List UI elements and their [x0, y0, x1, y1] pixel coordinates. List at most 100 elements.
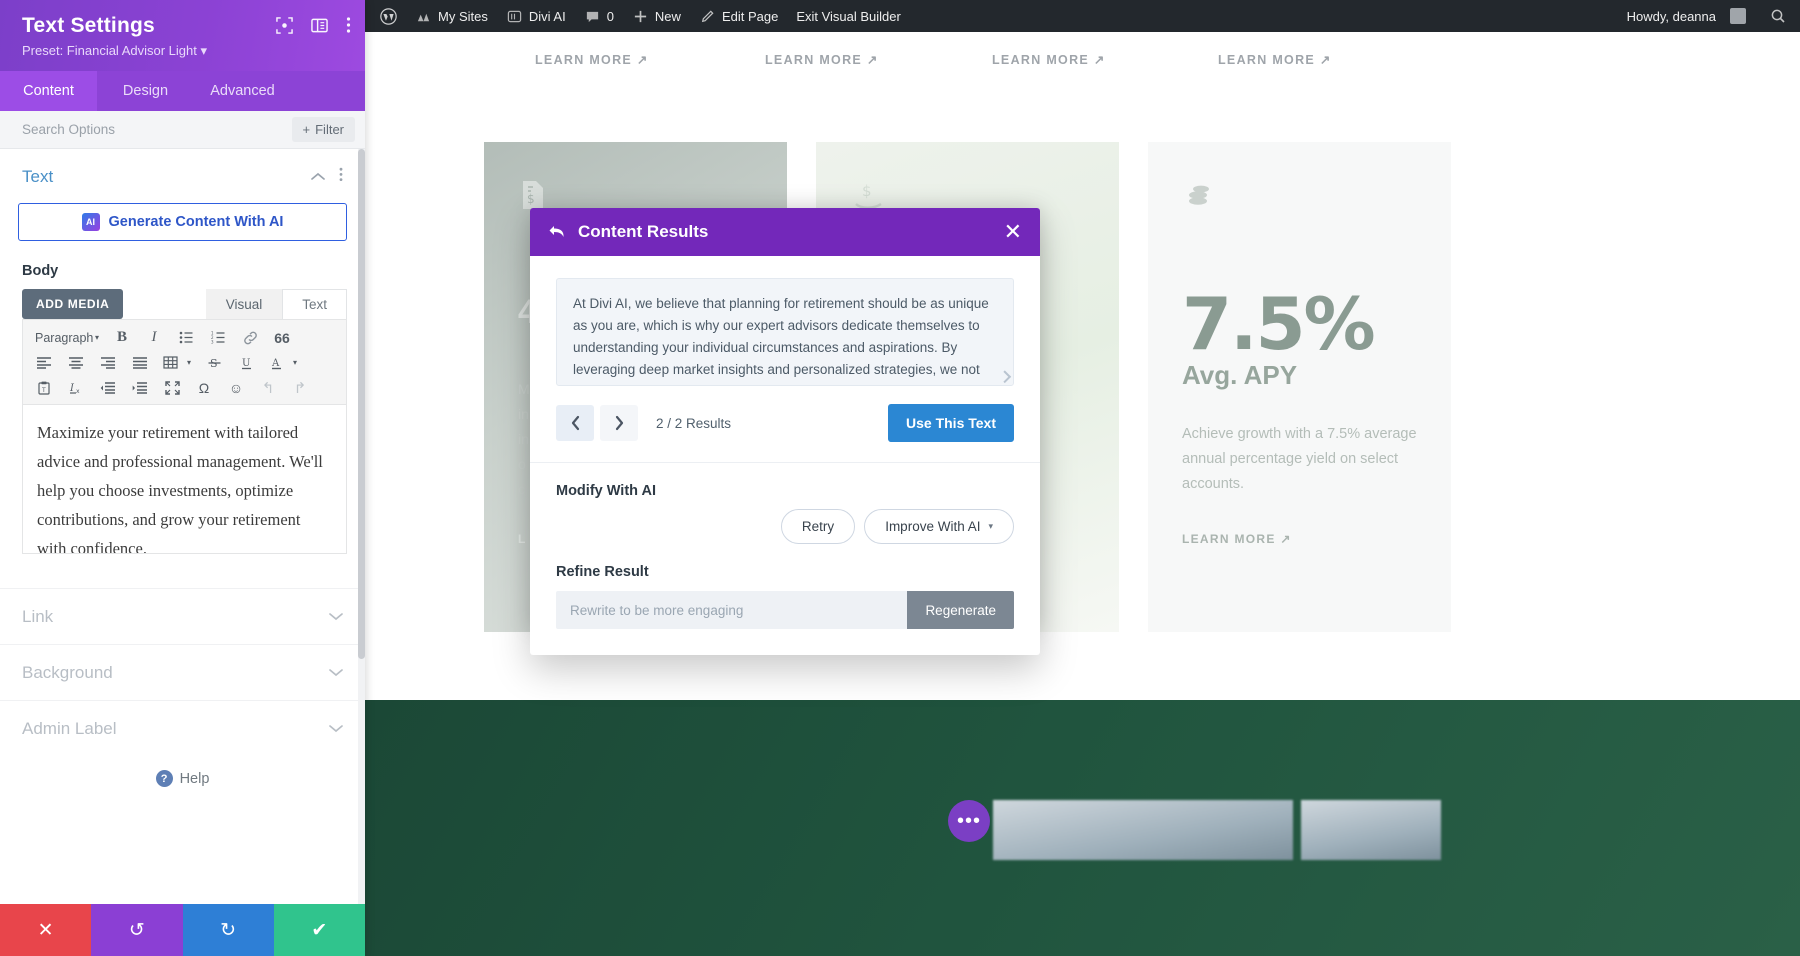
paragraph-format-select[interactable]: Paragraph ▾ [29, 326, 105, 350]
retry-button[interactable]: Retry [780, 509, 856, 544]
panel-scrollbar-thumb[interactable] [358, 149, 365, 659]
indent-icon[interactable] [125, 376, 155, 400]
divider [530, 462, 1040, 463]
fullscreen-icon[interactable] [157, 376, 187, 400]
tab-visual[interactable]: Visual [205, 289, 283, 319]
regenerate-button[interactable]: Regenerate [907, 591, 1014, 629]
avatar [1730, 8, 1746, 24]
outdent-icon[interactable] [93, 376, 123, 400]
bold-icon[interactable]: B [107, 326, 137, 350]
undo-button[interactable]: ↺ [91, 904, 183, 956]
tab-advanced[interactable]: Advanced [194, 71, 291, 111]
table-icon[interactable]: ▾ [157, 351, 197, 375]
prev-result-button[interactable] [556, 405, 594, 441]
learn-more-link-2[interactable]: LEARN MORE ↗ [992, 52, 1106, 67]
tab-design[interactable]: Design [97, 71, 194, 111]
save-button[interactable]: ✔ [273, 904, 365, 956]
help-button[interactable]: ? Help [0, 756, 365, 787]
redo-button[interactable]: ↻ [182, 904, 274, 956]
adminbar-wp-logo[interactable] [371, 0, 406, 32]
close-icon[interactable]: ✕ [1004, 221, 1022, 243]
link-icon[interactable] [235, 326, 265, 350]
back-arrow-icon[interactable] [548, 224, 570, 240]
layout-icon[interactable] [311, 17, 328, 34]
clear-formatting-icon[interactable]: Ix [61, 376, 91, 400]
body-text-content: Maximize your retirement with tailored a… [37, 423, 323, 554]
generate-content-with-ai-button[interactable]: AI Generate Content With AI [18, 203, 347, 241]
improve-with-ai-button[interactable]: Improve With AI ▾ [864, 509, 1014, 544]
coins-icon [1184, 180, 1218, 219]
paste-as-text-icon[interactable]: T [29, 376, 59, 400]
strikethrough-icon[interactable]: S [199, 351, 229, 375]
tab-text[interactable]: Text [282, 289, 347, 319]
align-left-icon[interactable] [29, 351, 59, 375]
align-justify-icon[interactable] [125, 351, 155, 375]
special-character-icon[interactable]: Ω [189, 376, 219, 400]
align-center-icon[interactable] [61, 351, 91, 375]
bullet-list-icon[interactable] [171, 326, 201, 350]
underline-icon[interactable]: U [231, 351, 261, 375]
text-color-icon[interactable]: A ▾ [263, 351, 303, 375]
panel-header: Text Settings Preset: Financial Advisor … [0, 0, 365, 71]
photo-thumbnail [993, 800, 1293, 860]
blockquote-icon[interactable]: 66 [267, 326, 297, 350]
visual-builder-canvas: My Sites Divi AI 0 New Edit Page Exit Vi… [365, 0, 1800, 956]
italic-icon[interactable]: I [139, 326, 169, 350]
adminbar-edit-page[interactable]: Edit Page [690, 0, 787, 32]
discard-button[interactable]: ✕ [0, 904, 92, 956]
filter-button[interactable]: + Filter [291, 117, 355, 142]
adminbar-search[interactable] [1755, 0, 1800, 32]
preset-label: Preset: Financial Advisor Light [22, 43, 197, 58]
adminbar-howdy-label: Howdy, deanna [1626, 8, 1716, 24]
numbered-list-icon[interactable]: 123 [203, 326, 233, 350]
toolbar-row-3: T Ix Ω ☺ ↰ ↱ [29, 375, 340, 400]
align-right-icon[interactable] [93, 351, 123, 375]
redo-icon[interactable]: ↱ [285, 376, 315, 400]
learn-more-link-1[interactable]: LEARN MORE ↗ [765, 52, 879, 67]
add-media-button[interactable]: ADD MEDIA [22, 289, 124, 319]
resize-handle-icon[interactable] [998, 370, 1012, 384]
result-text-box[interactable]: At Divi AI, we believe that planning for… [556, 278, 1014, 386]
undo-icon[interactable]: ↰ [253, 376, 283, 400]
focus-icon[interactable] [276, 16, 293, 34]
body-text-area[interactable]: Maximize your retirement with tailored a… [22, 404, 347, 554]
search-bar: Search Options + Filter [0, 111, 365, 149]
refine-row: Regenerate [556, 591, 1014, 629]
wordpress-icon [380, 7, 397, 25]
refine-input[interactable] [556, 591, 908, 629]
adminbar-new[interactable]: New [623, 0, 690, 32]
learn-more-link-0[interactable]: LEARN MORE ↗ [535, 52, 649, 67]
adminbar-comments-count: 0 [606, 8, 614, 24]
close-icon: ✕ [37, 919, 54, 941]
adminbar-divi-ai[interactable]: Divi AI [497, 0, 575, 32]
adminbar-edit-page-label: Edit Page [721, 8, 779, 24]
preset-selector[interactable]: Preset: Financial Advisor Light ▾ [22, 43, 347, 59]
adminbar-my-sites[interactable]: My Sites [406, 0, 497, 32]
emoji-icon[interactable]: ☺ [221, 376, 251, 400]
card-1-learn-more[interactable]: L [518, 532, 527, 546]
use-this-text-button[interactable]: Use This Text [888, 404, 1014, 442]
svg-text:$: $ [527, 192, 535, 206]
card-3-learn-more[interactable]: LEARN MORE ↗ [1182, 532, 1292, 546]
card-apy[interactable]: 7.5% Avg. APY Achieve growth with a 7.5%… [1148, 142, 1451, 632]
more-options-button[interactable]: ••• [948, 800, 990, 842]
learn-more-link-3[interactable]: LEARN MORE ↗ [1218, 52, 1332, 67]
divi-icon [506, 8, 523, 25]
chevron-up-icon[interactable] [311, 168, 325, 186]
check-icon: ✔ [311, 919, 328, 941]
panel-scrollbar-track[interactable] [358, 149, 365, 904]
kebab-menu-icon[interactable] [339, 167, 343, 187]
result-navigation: 2 / 2 Results Use This Text [556, 404, 1014, 442]
adminbar-exit-visual-builder[interactable]: Exit Visual Builder [787, 0, 910, 32]
adminbar-comments[interactable]: 0 [575, 0, 623, 32]
tab-content[interactable]: Content [0, 71, 97, 111]
sidebar-item-link[interactable]: Link [0, 588, 365, 644]
text-settings-panel: Text Settings Preset: Financial Advisor … [0, 0, 365, 956]
next-result-button[interactable] [600, 405, 638, 441]
sidebar-item-background[interactable]: Background [0, 644, 365, 700]
kebab-menu-icon[interactable] [346, 16, 351, 34]
sidebar-item-admin-label[interactable]: Admin Label [0, 700, 365, 756]
adminbar-howdy[interactable]: Howdy, deanna [1618, 0, 1755, 32]
content-results-modal: Content Results ✕ At Divi AI, we believe… [530, 208, 1040, 655]
search-input[interactable]: Search Options [22, 122, 292, 137]
